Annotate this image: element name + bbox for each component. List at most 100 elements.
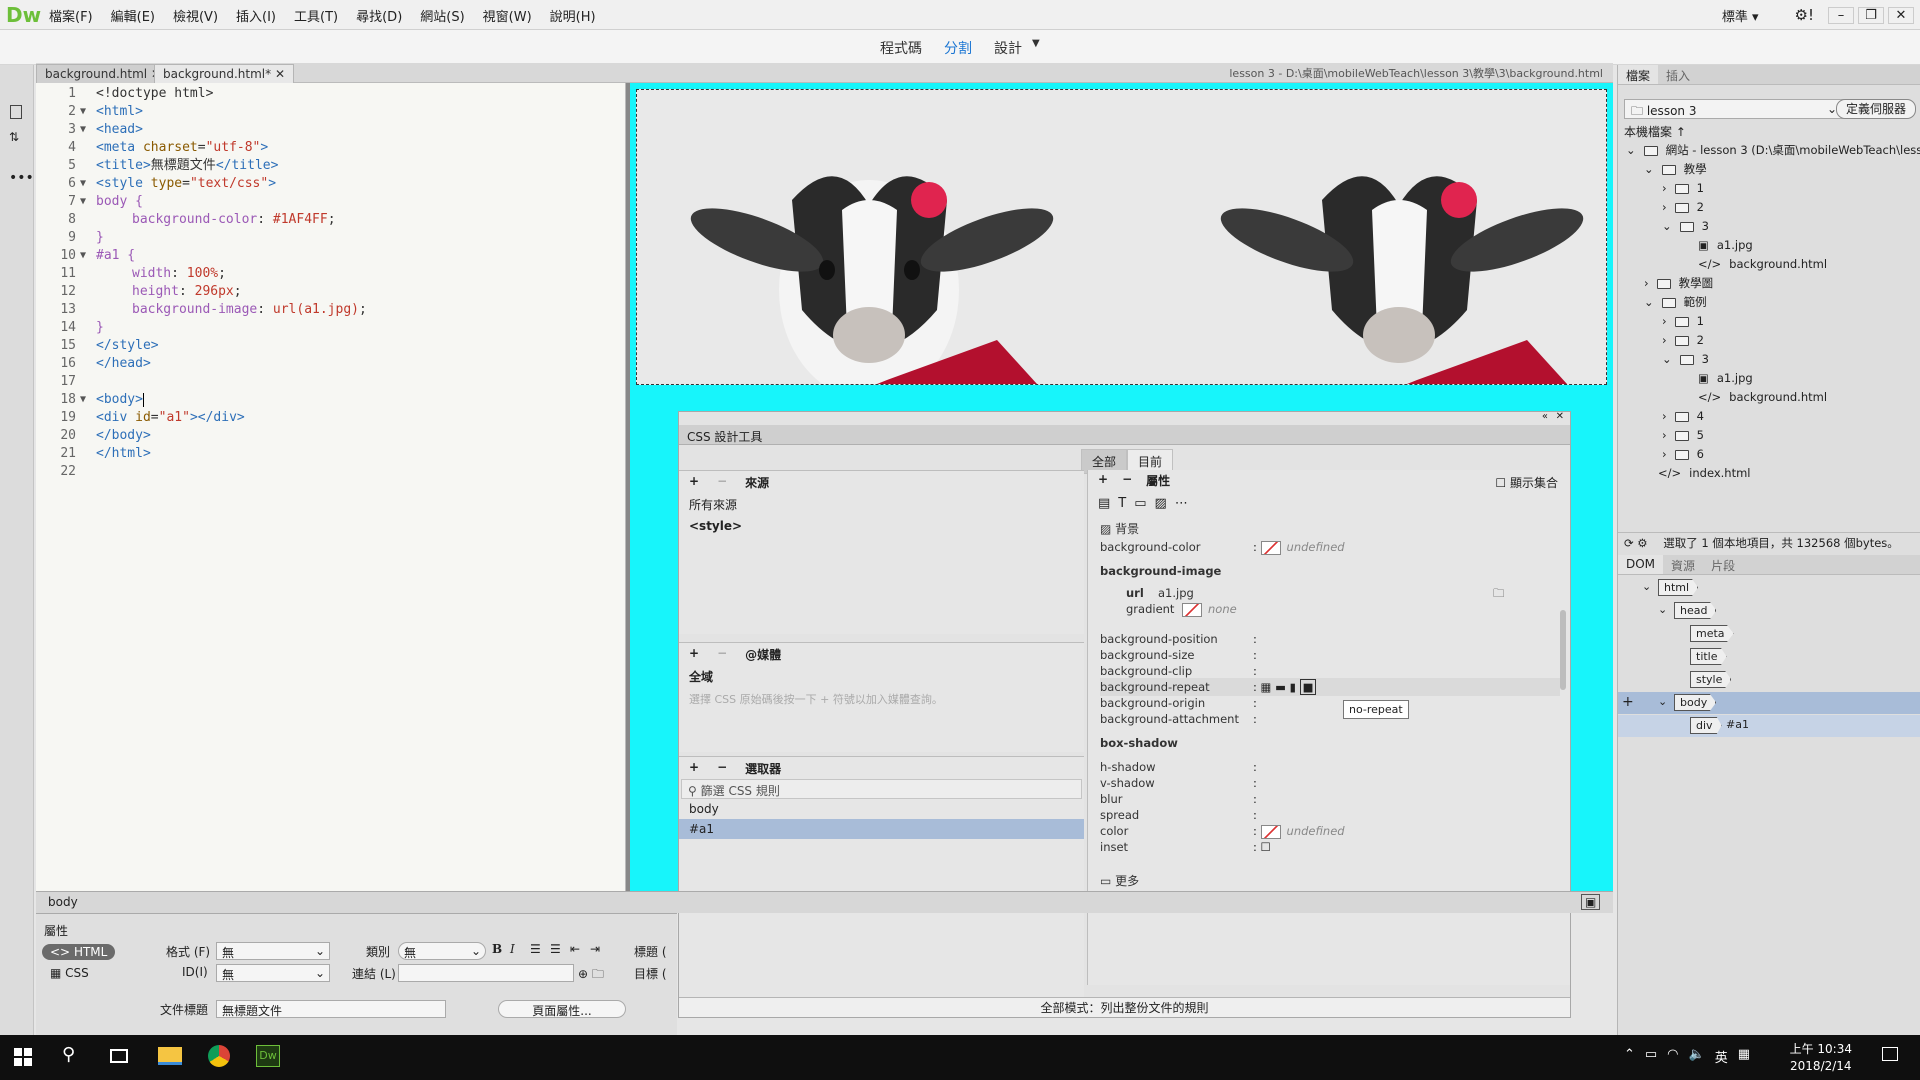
refresh-icon[interactable]: ⟳ — [1624, 536, 1634, 550]
ime-indicator[interactable]: 英 — [1715, 1047, 1728, 1066]
id-select[interactable]: 無 ⌄ — [216, 964, 330, 982]
split-view-button[interactable]: 分割 — [944, 38, 972, 58]
expand-icon[interactable]: ⌄ — [1644, 160, 1654, 179]
text-icon[interactable]: T — [1118, 496, 1126, 511]
menu-window[interactable]: 視窗(W) — [474, 6, 541, 25]
layout-icon[interactable]: ▤ — [1098, 496, 1110, 511]
dom-row-div[interactable] — [1618, 715, 1920, 737]
restore-icon[interactable]: ❐ — [1858, 6, 1884, 24]
add-source-button[interactable]: + — [689, 474, 699, 490]
gradient-value[interactable]: none — [1182, 600, 1237, 618]
live-view-icon[interactable]: ▣ — [1581, 894, 1601, 910]
tab-snippets[interactable]: 片段 — [1703, 555, 1743, 574]
css-mode-button[interactable]: ▦ CSS — [50, 966, 89, 980]
tab-background-html[interactable]: background.html ✕ — [36, 64, 171, 83]
file-explorer-icon[interactable] — [158, 1047, 182, 1065]
prop-colon[interactable]: : — [1253, 710, 1257, 728]
div-a1-preview[interactable] — [636, 89, 1607, 385]
workspace-switcher[interactable]: 標準 ▾ — [1716, 6, 1765, 25]
dom-node-meta[interactable]: meta — [1690, 625, 1734, 642]
expand-icon[interactable]: › — [1662, 407, 1667, 426]
expand-icon[interactable]: › — [1662, 179, 1667, 198]
source-item[interactable]: 所有來源 — [679, 493, 1084, 516]
define-server-button[interactable]: 定義伺服器 — [1836, 99, 1916, 119]
chrome-icon[interactable] — [208, 1045, 230, 1067]
volume-icon[interactable]: 🔈 — [1689, 1047, 1705, 1066]
add-media-button[interactable]: + — [689, 646, 699, 662]
dom-node-html[interactable]: html — [1658, 579, 1699, 596]
more-icon[interactable]: ••• — [9, 170, 34, 186]
expand-icon[interactable]: ⌄ — [1644, 293, 1654, 312]
expand-icon[interactable]: › — [1662, 198, 1667, 217]
search-icon[interactable]: ⚲ — [62, 1044, 75, 1065]
tag-body[interactable]: body — [48, 895, 78, 909]
tree-item[interactable]: </> background.html — [1698, 255, 1827, 274]
repeat-y-icon[interactable]: ▮ — [1290, 680, 1296, 694]
dom-expand-icon[interactable]: ⌄ — [1642, 580, 1651, 593]
expand-icon[interactable]: › — [1644, 274, 1649, 293]
media-global[interactable]: 全域 — [679, 665, 1084, 688]
repeat-x-icon[interactable]: ▬ — [1275, 680, 1286, 694]
tree-item[interactable]: ⌄ 網站 - lesson 3 (D:\桌面\mobileWebTeach\les… — [1626, 141, 1920, 160]
close-tab-icon[interactable]: ✕ — [275, 67, 285, 81]
expand-icon[interactable]: › — [1662, 331, 1667, 350]
menu-file[interactable]: 檔案(F) — [40, 6, 102, 25]
tree-item[interactable]: ⌄ 教學 — [1644, 160, 1707, 179]
shadow-color-swatch[interactable] — [1260, 824, 1281, 839]
clock[interactable]: 上午 10:34 2018/2/14 — [1790, 1041, 1852, 1075]
view-dropdown-icon[interactable]: ▼ — [1032, 38, 1040, 58]
expand-icon[interactable]: › — [1662, 445, 1667, 464]
sync-icon[interactable]: ⚙ — [1637, 536, 1647, 550]
expand-icon[interactable]: › — [1662, 312, 1667, 331]
close-panel-icon[interactable]: ✕ — [1556, 411, 1564, 422]
tab-background-html-modified[interactable]: background.html* ✕ — [154, 64, 295, 83]
gradient-swatch[interactable] — [1182, 602, 1202, 617]
tree-item[interactable]: › 教學圖 — [1644, 274, 1713, 293]
selector-item[interactable]: body — [679, 799, 1084, 819]
collapse-panel-icon[interactable]: « — [1542, 411, 1548, 422]
selector-item-selected[interactable]: #a1 — [679, 819, 1084, 839]
notification-icon[interactable] — [1882, 1047, 1898, 1061]
design-view-button[interactable]: 設計 — [994, 38, 1022, 58]
tab-assets[interactable]: 資源 — [1663, 555, 1703, 574]
tree-item[interactable]: › 1 — [1662, 179, 1704, 198]
show-set-checkbox[interactable]: ☐ 顯示集合 — [1495, 474, 1558, 491]
windows-start-icon[interactable] — [14, 1048, 32, 1066]
page-properties-button[interactable]: 頁面屬性... — [498, 1000, 626, 1018]
format-select[interactable]: 無 ⌄ — [216, 942, 330, 960]
selector-filter[interactable]: ⚲ 篩選 CSS 規則 — [681, 779, 1082, 799]
add-element-icon[interactable]: + — [1622, 694, 1634, 710]
tree-item[interactable]: ▣ a1.jpg — [1698, 236, 1753, 255]
tree-item[interactable]: ⌄ 3 — [1662, 350, 1709, 369]
repeat-icon[interactable]: ▦ — [1261, 680, 1272, 694]
folder-icon[interactable]: 🗀 — [1493, 584, 1505, 602]
remove-property-button[interactable]: − — [1122, 472, 1132, 489]
expand-icon[interactable]: › — [1662, 426, 1667, 445]
class-select[interactable]: 無 ⌄ — [398, 942, 486, 960]
battery-icon[interactable]: ▭ — [1645, 1047, 1657, 1066]
add-selector-button[interactable]: + — [689, 760, 699, 776]
no-repeat-icon[interactable]: ■ — [1299, 679, 1317, 695]
dom-node-head[interactable]: head — [1674, 602, 1717, 619]
html-mode-button[interactable]: <> HTML — [42, 944, 116, 960]
task-view-icon[interactable] — [110, 1049, 128, 1063]
tree-item[interactable]: ⌄ 範例 — [1644, 293, 1707, 312]
network-icon[interactable]: ◠ — [1667, 1047, 1678, 1066]
more-props-icon[interactable]: ⋯ — [1175, 496, 1188, 511]
remove-source-button[interactable]: − — [717, 474, 727, 490]
more-section[interactable]: ▭ 更多 — [1100, 872, 1139, 890]
fold-icon[interactable]: ▼ — [80, 193, 86, 211]
dom-node-body[interactable]: body — [1674, 694, 1717, 711]
dom-expand-icon[interactable]: ⌄ — [1658, 695, 1667, 708]
props-scrollbar[interactable] — [1560, 610, 1566, 690]
site-select[interactable]: 🗀 lesson 3 ⌄ — [1624, 99, 1844, 119]
menu-help[interactable]: 說明(H) — [541, 6, 605, 25]
ordered-list-icon[interactable]: ☰ — [550, 942, 561, 956]
menu-insert[interactable]: 插入(I) — [227, 6, 285, 25]
dom-node-title[interactable]: title — [1690, 648, 1727, 665]
outdent-icon[interactable]: ⇤ — [570, 942, 580, 956]
code-editor[interactable]: 1 2 ▼ 3 ▼ 4 5 6 ▼ 7 ▼ 8 9 10 ▼ 11 12 13 14 15… — [36, 83, 626, 891]
menu-site[interactable]: 網站(S) — [411, 6, 473, 25]
menu-edit[interactable]: 編輯(E) — [102, 6, 164, 25]
tree-item[interactable]: › 5 — [1662, 426, 1704, 445]
